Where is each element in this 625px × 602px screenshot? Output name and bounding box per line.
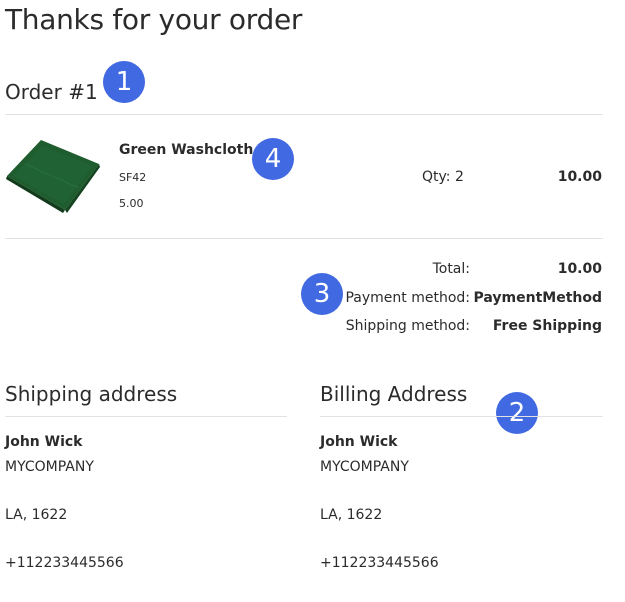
annotation-badge-1: 1 <box>103 61 145 103</box>
item-line-total: 10.00 <box>557 169 602 185</box>
green-washcloth-image <box>6 140 100 213</box>
shipping-company: MYCOMPANY <box>5 459 94 475</box>
annotation-badge-3: 3 <box>301 273 343 315</box>
billing-name: John Wick <box>320 434 398 450</box>
item-name[interactable]: Green Washcloth <box>119 142 253 158</box>
billing-phone: +112233445566 <box>320 555 439 571</box>
shipping-method-label: Shipping method: <box>345 318 470 334</box>
billing-city-zip: LA, 1622 <box>320 507 383 523</box>
annotation-badge-2: 2 <box>496 392 538 434</box>
item-sku: SF42 <box>119 171 147 184</box>
shipping-address-divider <box>5 416 287 417</box>
shipping-name: John Wick <box>5 434 83 450</box>
billing-address-divider <box>320 416 603 417</box>
shipping-address-heading: Shipping address <box>5 382 178 406</box>
shipping-phone: +112233445566 <box>5 555 124 571</box>
total-label: Total: <box>432 261 470 277</box>
item-quantity: Qty: 2 <box>422 169 464 185</box>
payment-method-label: Payment method: <box>345 290 470 306</box>
payment-method-value: PaymentMethod <box>473 290 603 306</box>
item-unit-price: 5.00 <box>119 197 144 210</box>
shipping-method-value: Free Shipping <box>492 318 602 334</box>
order-title: Order #1 <box>5 80 98 104</box>
order-header-divider <box>5 114 603 115</box>
billing-company: MYCOMPANY <box>320 459 409 475</box>
shipping-city-zip: LA, 1622 <box>5 507 68 523</box>
annotation-badge-4: 4 <box>252 138 294 180</box>
billing-address-heading: Billing Address <box>320 382 468 406</box>
total-value: 10.00 <box>557 261 602 277</box>
items-divider <box>5 238 603 239</box>
page-title: Thanks for your order <box>5 3 303 36</box>
